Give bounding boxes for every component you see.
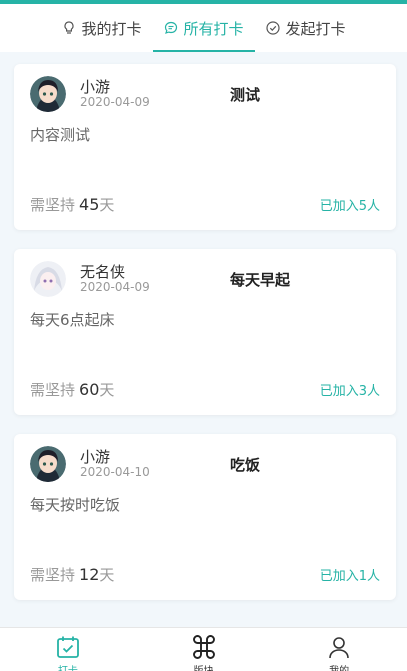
check-circle-icon [265, 20, 281, 36]
avatar [30, 261, 66, 297]
tab-label: 发起打卡 [285, 19, 346, 38]
post-date: 2020-04-09 [80, 95, 150, 109]
nav-label: 打卡 [58, 662, 78, 671]
avatar [30, 446, 66, 482]
persist-prefix: 需坚持 [30, 381, 76, 399]
post-date: 2020-04-09 [80, 280, 150, 294]
post-date: 2020-04-10 [80, 465, 150, 479]
persist-prefix: 需坚持 [30, 566, 76, 584]
checkin-card[interactable]: 小游 2020-04-09 测试 内容测试 需坚持 45 天 已加入5人 [14, 64, 396, 230]
nav-mine[interactable]: 我的 [271, 628, 407, 671]
tab-bar: 我的打卡 所有打卡 发起打卡 [0, 4, 407, 52]
avatar [30, 76, 66, 112]
tab-all-checkins[interactable]: 所有打卡 [152, 4, 255, 52]
calendar-check-icon [55, 634, 81, 660]
checkin-card[interactable]: 无名侠 2020-04-09 每天早起 每天6点起床 需坚持 60 天 已加入3… [14, 249, 396, 415]
persist-days: 需坚持 45 天 [30, 194, 114, 215]
joined-count: 已加入3人 [319, 384, 380, 399]
tab-create-checkin[interactable]: 发起打卡 [255, 4, 357, 52]
checkin-title: 每天早起 [230, 271, 291, 289]
person-icon [326, 634, 352, 660]
checkin-content: 内容测试 [30, 126, 91, 144]
command-icon [191, 634, 217, 660]
chat-icon [163, 20, 179, 36]
persist-days: 需坚持 12 天 [30, 564, 114, 585]
persist-days-number: 12 [79, 565, 100, 584]
persist-prefix: 需坚持 [30, 196, 76, 214]
joined-count: 已加入5人 [319, 199, 380, 214]
checkin-content: 每天按时吃饭 [30, 496, 121, 514]
checkin-title: 吃饭 [230, 456, 261, 474]
persist-days-number: 45 [79, 195, 100, 214]
nav-label: 版块 [194, 662, 214, 671]
nav-sections[interactable]: 版块 [136, 628, 272, 671]
nav-checkin[interactable]: 打卡 [0, 628, 136, 671]
bottom-nav: 打卡 版块 我的 [0, 627, 407, 671]
checkin-title: 测试 [230, 86, 261, 104]
checkin-content: 每天6点起床 [30, 311, 115, 329]
persist-days-unit: 天 [99, 381, 115, 399]
checkin-card[interactable]: 小游 2020-04-10 吃饭 每天按时吃饭 需坚持 12 天 已加入1人 [14, 434, 396, 600]
persist-days-unit: 天 [99, 196, 115, 214]
tab-my-checkins[interactable]: 我的打卡 [51, 4, 153, 52]
nav-label: 我的 [329, 662, 349, 671]
user-name: 小游 [80, 448, 111, 466]
user-name: 小游 [80, 78, 111, 96]
persist-days: 需坚持 60 天 [30, 379, 114, 400]
bulb-icon [61, 20, 77, 36]
user-name: 无名侠 [80, 263, 126, 281]
persist-days-unit: 天 [99, 566, 115, 584]
joined-count: 已加入1人 [319, 569, 380, 584]
tab-label: 我的打卡 [81, 19, 142, 38]
tab-label: 所有打卡 [183, 19, 244, 38]
persist-days-number: 60 [79, 380, 100, 399]
